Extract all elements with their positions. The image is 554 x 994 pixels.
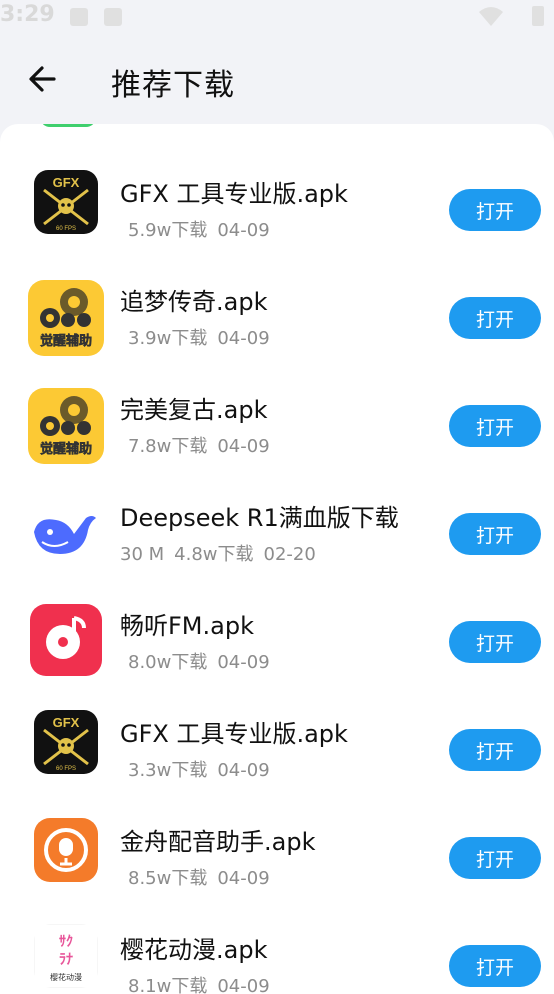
list-item[interactable]: 觉醒辅助 追梦传奇.apk 3.9w下载 04-09 打开 [0,272,554,380]
app-meta: 30 M 4.8w下载 02-20 [120,540,326,566]
app-list: GFX 60 FPS GFX 工具专业版.apk 5.9w下载 04-09 打开 … [0,124,554,994]
svg-text:60 FPS: 60 FPS [56,766,76,772]
list-item[interactable]: 金舟配音助手.apk 8.5w下载 04-09 打开 [0,812,554,920]
list-item[interactable]: Deepseek R1满血版下载 30 M 4.8w下载 02-20 打开 [0,488,554,596]
file-size: 30 M [120,544,165,565]
list-item[interactable]: GFX 60 FPS GFX 工具专业版.apk 3.3w下载 04-09 打开 [0,704,554,812]
page-title: 推荐下载 [111,68,235,103]
whale-icon [28,496,104,572]
app-name: 畅听FM.apk [120,612,254,640]
status-time: 3:29 [0,2,55,27]
status-bar: 3:29 [0,0,554,36]
download-count: 3.3w下载 [128,760,208,781]
list-item[interactable]: 觉醒辅助 完美复古.apk 7.8w下载 04-09 打开 [0,380,554,488]
download-count: 4.8w下载 [174,544,254,565]
open-button[interactable]: 打开 [449,945,541,987]
partial-app-icon [40,124,96,127]
open-button[interactable]: 打开 [449,837,541,879]
update-date: 04-09 [217,436,270,457]
app-meta: 8.0w下载 04-09 [128,648,280,674]
app-name: GFX 工具专业版.apk [120,720,348,748]
list-item[interactable]: 畅听FM.apk 8.0w下载 04-09 打开 [0,596,554,704]
download-count: 8.0w下载 [128,652,208,673]
update-date: 04-09 [217,328,270,349]
open-button[interactable]: 打开 [449,621,541,663]
open-button[interactable]: 打开 [449,297,541,339]
svg-text:ﾗﾅ: ﾗﾅ [59,952,73,968]
svg-text:ｻｸ: ｻｸ [59,934,73,950]
notification-icon [70,8,88,26]
open-button[interactable]: 打开 [449,405,541,447]
svg-text:GFX: GFX [53,715,80,730]
svg-text:60 FPS: 60 FPS [56,226,76,232]
app-name: 完美复古.apk [120,396,268,424]
download-count: 3.9w下载 [128,328,208,349]
update-date: 04-09 [217,868,270,889]
app-meta: 8.1w下载 04-09 [128,972,280,994]
app-meta: 3.9w下载 04-09 [128,324,280,350]
gears-awaken-icon: 觉醒辅助 [28,280,104,356]
battery-icon [532,6,544,26]
sakura-anime-icon: ｻｸ ﾗﾅ 樱花动漫 [34,924,98,988]
download-count: 8.1w下载 [128,976,208,994]
update-date: 02-20 [263,544,316,565]
music-disc-icon [30,604,102,676]
app-meta: 3.3w下载 04-09 [128,756,280,782]
svg-text:GFX: GFX [53,175,80,190]
download-count: 8.5w下载 [128,868,208,889]
download-count: 5.9w下载 [128,220,208,241]
icon-text: 觉醒辅助 [40,441,92,457]
list-item[interactable]: GFX 60 FPS GFX 工具专业版.apk 5.9w下载 04-09 打开 [0,164,554,272]
wifi-icon [479,7,503,26]
app-meta: 8.5w下载 04-09 [128,864,280,890]
update-date: 04-09 [217,976,270,994]
app-name: 金舟配音助手.apk [120,828,316,856]
app-meta: 7.8w下载 04-09 [128,432,280,458]
gfx-tool-icon: GFX 60 FPS [34,710,98,774]
open-button[interactable]: 打开 [449,729,541,771]
microphone-icon [34,818,98,882]
list-item[interactable]: ｻｸ ﾗﾅ 樱花动漫 樱花动漫.apk 8.1w下载 04-09 打开 [0,920,554,994]
app-name: GFX 工具专业版.apk [120,180,348,208]
download-count: 7.8w下载 [128,436,208,457]
update-date: 04-09 [217,220,270,241]
icon-text: 樱花动漫 [50,972,82,982]
update-date: 04-09 [217,760,270,781]
notification-icon [104,8,122,26]
header: 推荐下载 [0,36,554,124]
open-button[interactable]: 打开 [449,189,541,231]
update-date: 04-09 [217,652,270,673]
gears-awaken-icon: 觉醒辅助 [28,388,104,464]
app-name: 樱花动漫.apk [120,936,268,964]
app-name: Deepseek R1满血版下载 [120,504,399,532]
back-arrow-icon[interactable] [26,62,60,96]
icon-text: 觉醒辅助 [40,333,92,349]
gfx-tool-icon: GFX 60 FPS [34,170,98,234]
app-meta: 5.9w下载 04-09 [128,216,280,242]
app-name: 追梦传奇.apk [120,288,268,316]
open-button[interactable]: 打开 [449,513,541,555]
